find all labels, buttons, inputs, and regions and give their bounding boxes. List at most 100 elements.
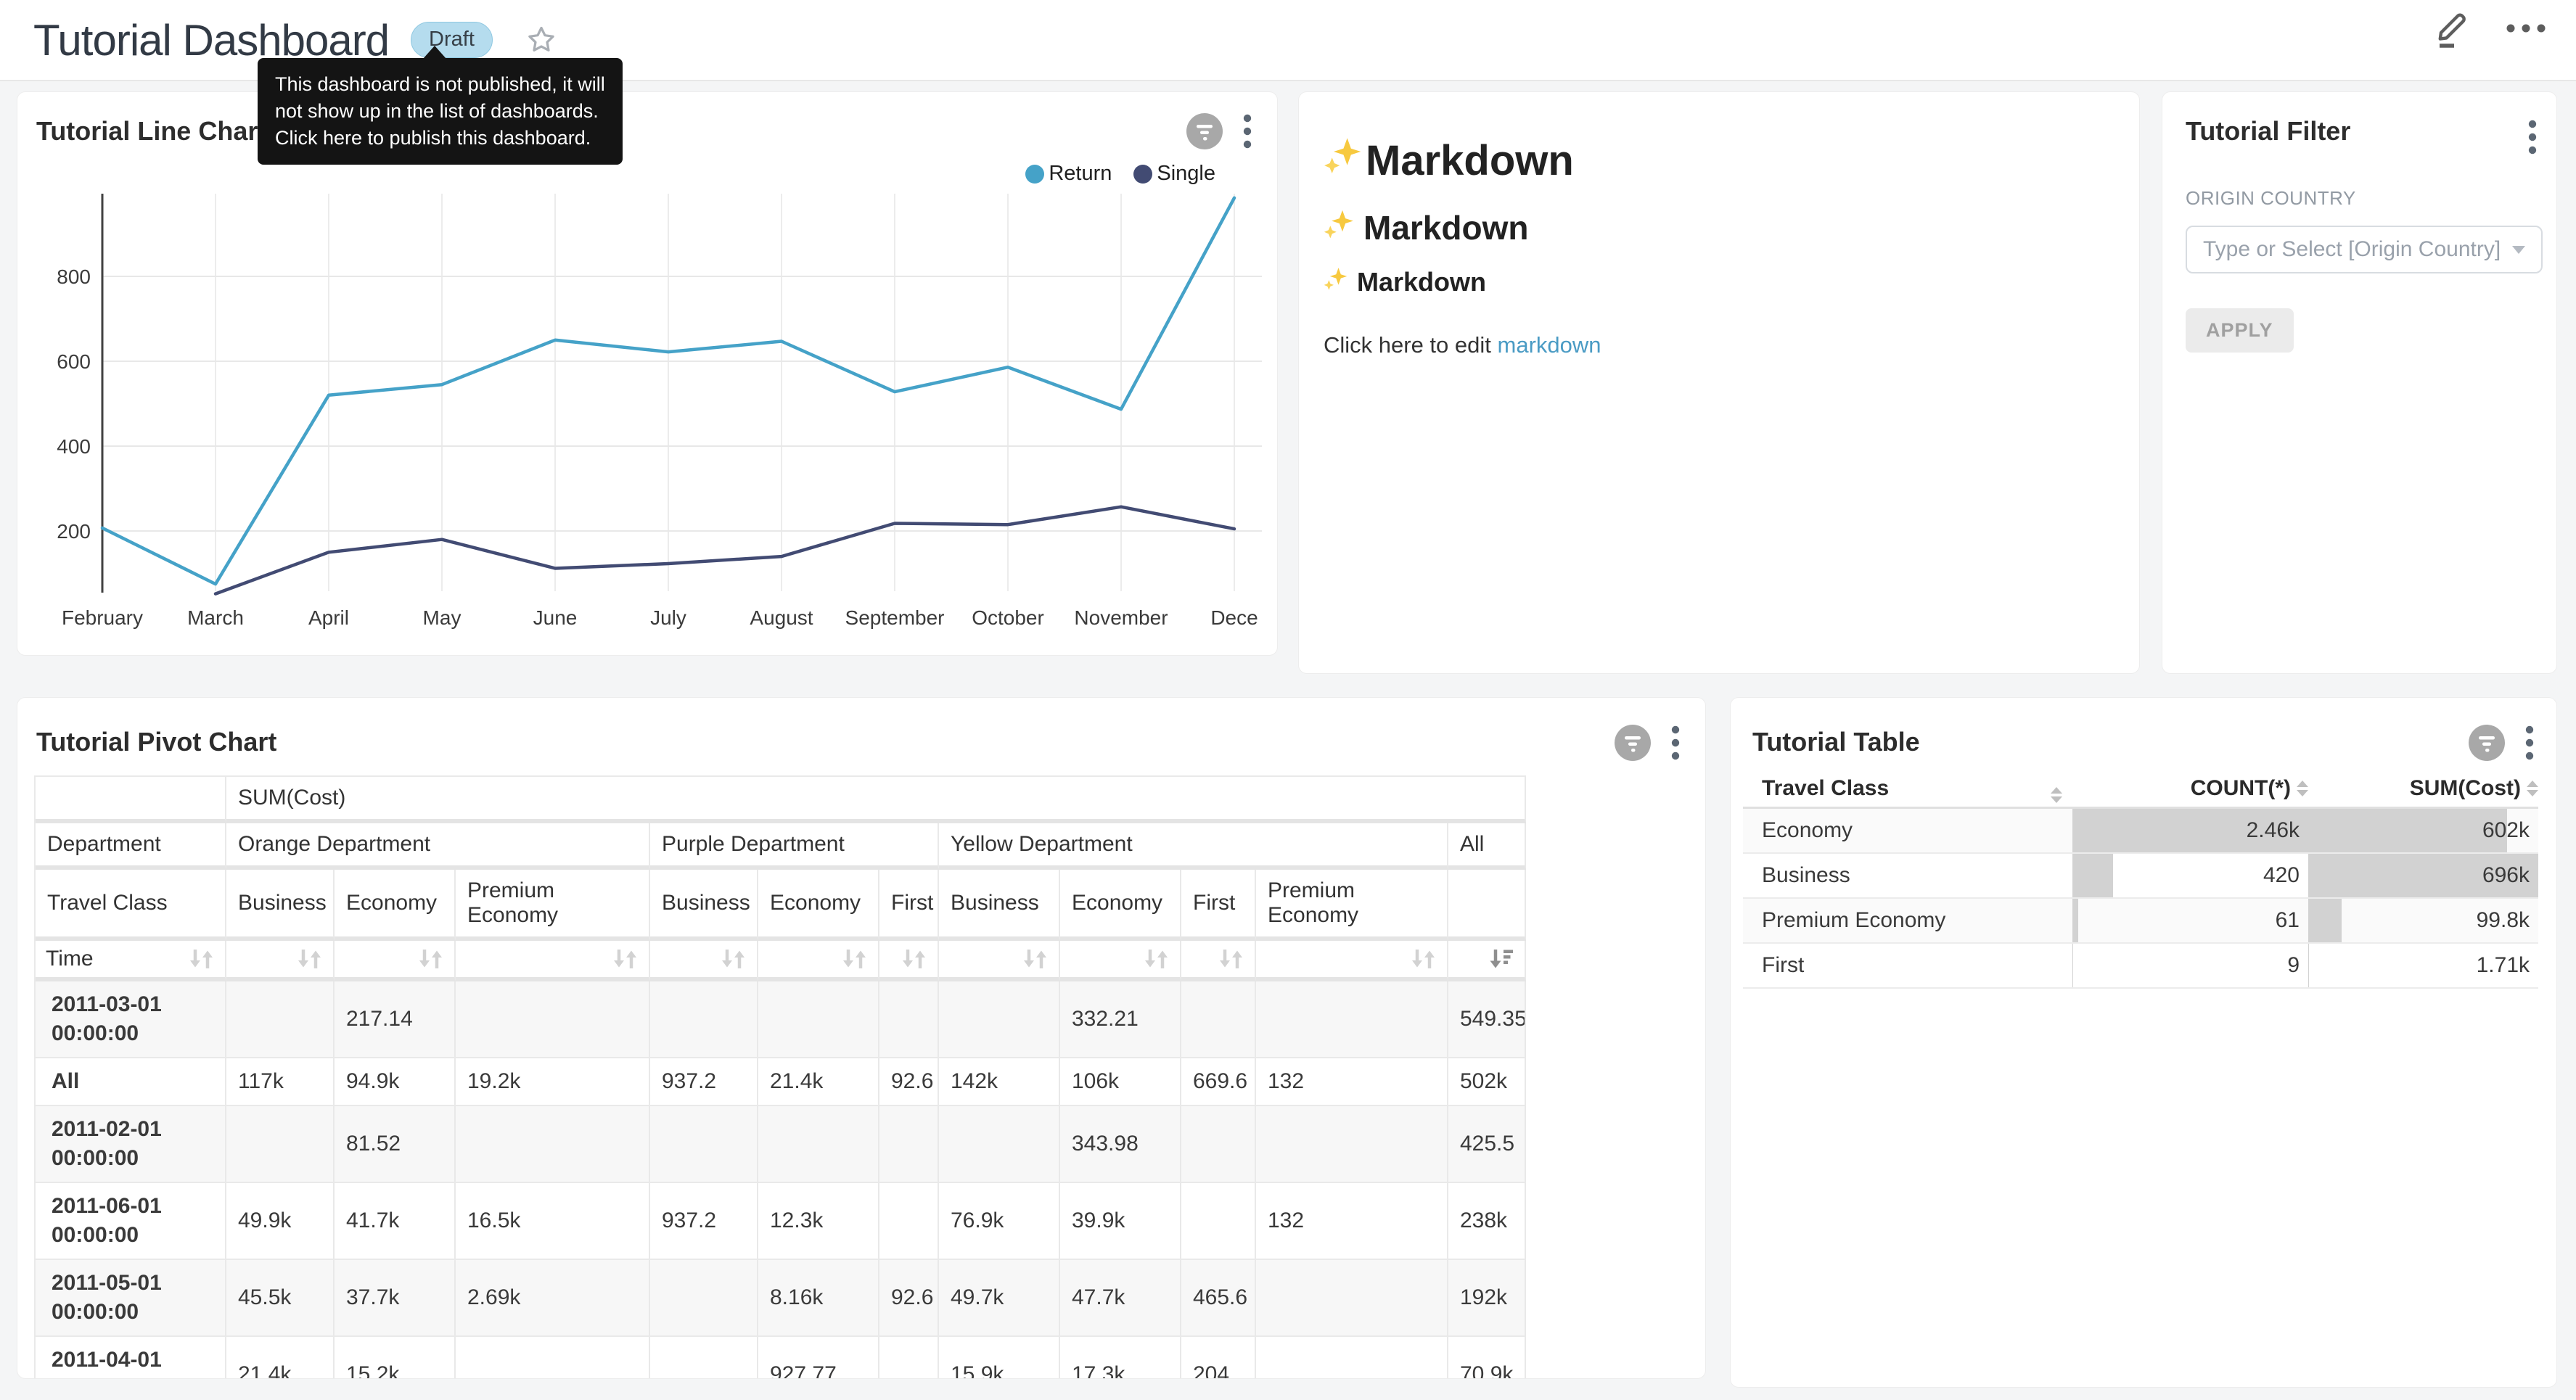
tooltip-line: not show up in the list of dashboards. [275,98,605,125]
cell-count: 9 [2072,944,2308,987]
cell-travel-class: Economy [1743,809,2072,852]
table-row: Premium Economy6199.8k [1743,899,2538,944]
tooltip-arrow [423,46,446,59]
tooltip-line: This dashboard is not published, it will [275,71,605,98]
pivot-cell: 502k [1448,1058,1526,1106]
markdown-h1: Markdown [1324,136,2114,185]
applied-filters-icon[interactable] [1186,112,1223,154]
sort-icon[interactable] [188,947,215,971]
pivot-cell [226,981,335,1058]
pivot-cell [1256,1337,1448,1379]
col-header-sum[interactable]: SUM(Cost) [2308,776,2538,801]
more-options-icon[interactable] [2503,21,2548,39]
sort-caret-icon[interactable] [2297,781,2308,796]
col-header-count[interactable]: COUNT(*) [2072,776,2308,801]
pivot-col-header: Premium Economy [456,870,650,941]
y-tick-label: 200 [57,520,91,543]
pivot-cell [1256,1260,1448,1337]
sort-icon[interactable] [1022,947,1049,971]
legend-item-single[interactable]: Single [1133,162,1215,186]
pivot-cell [1256,981,1448,1058]
pivot-cell: 238k [1448,1183,1526,1260]
pivot-row-label: 2011-03-0100:00:00 [36,981,226,1058]
sort-icon[interactable] [841,947,868,971]
favorite-star-icon[interactable] [525,23,558,57]
table-row: First91.71k [1743,944,2538,989]
markdown-h2: Markdown [1324,208,2114,247]
pivot-col-header: Premium Economy [1256,870,1448,941]
pivot-dim-label: Department [36,823,226,870]
kebab-menu-icon[interactable] [1242,112,1252,154]
pivot-cell [456,1106,650,1183]
pivot-col-header: First [1181,870,1256,941]
pivot-row-label: 2011-02-0100:00:00 [36,1106,226,1183]
sort-icon[interactable] [1410,947,1437,971]
pivot-cell [1256,1106,1448,1183]
markdown-edit-link[interactable]: markdown [1498,332,1601,358]
cell-travel-class: Premium Economy [1743,899,2072,942]
edit-dashboard-icon[interactable] [2432,6,2474,54]
pivot-cell: 39.9k [1060,1183,1181,1260]
col-header-travel-class[interactable]: Travel Class [1743,775,2072,803]
table-title: Tutorial Table [1752,727,1920,757]
sort-icon[interactable] [296,947,323,971]
pivot-cell [650,1106,758,1183]
pivot-cell: 425.5 [1448,1106,1526,1183]
sort-caret-icon[interactable] [2527,781,2538,796]
pivot-cell: 37.7k [335,1260,456,1337]
pivot-row: 2011-06-0100:00:0049.9k41.7k16.5k937.212… [36,1183,1526,1260]
panel-line-chart: 200400600800FebruaryMarchAprilMayJuneJul… [17,91,1278,656]
pivot-cell: 937.2 [650,1058,758,1106]
data-bar [2072,944,2073,987]
x-tick-label: March [187,606,244,629]
pivot-cell [879,981,939,1058]
y-tick-label: 800 [57,265,91,288]
pivot-col-header [1448,870,1526,941]
kebab-menu-icon[interactable] [2527,118,2538,160]
sort-icon[interactable] [901,947,927,971]
sort-icon[interactable] [720,947,747,971]
pivot-group-header: Yellow Department [939,823,1448,870]
pivot-cell: 343.98 [1060,1106,1181,1183]
applied-filters-icon[interactable] [1614,724,1652,765]
sort-icon[interactable] [1218,947,1244,971]
pivot-cell [456,1337,650,1379]
apply-button[interactable]: APPLY [2186,308,2294,353]
sparkles-icon [1324,266,1348,297]
filter-field-label: ORIGIN COUNTRY [2186,187,2533,210]
pivot-cell: 17.3k [1060,1337,1181,1379]
sort-icon[interactable] [417,947,444,971]
pivot-cell [456,981,650,1058]
applied-filters-icon[interactable] [2468,724,2506,765]
legend-dot [1133,165,1152,184]
pivot-cell: 21.4k [226,1337,335,1379]
pivot-cell [939,981,1060,1058]
sort-icon[interactable] [1143,947,1170,971]
pivot-cell [1181,1106,1256,1183]
kebab-menu-icon[interactable] [2524,724,2535,765]
pivot-cell: 47.7k [1060,1260,1181,1337]
origin-country-select[interactable]: Type or Select [Origin Country] [2186,226,2543,273]
pivot-cell: 94.9k [335,1058,456,1106]
pivot-cell: 70.9k [1448,1337,1526,1379]
pivot-metric-label: SUM(Cost) [226,777,1526,823]
x-tick-label: August [750,606,813,629]
kebab-menu-icon[interactable] [1670,724,1681,765]
sort-caret-icon[interactable] [2051,787,2062,803]
pivot-cell: 927.77 [758,1337,879,1379]
sort-desc-icon[interactable] [1488,947,1514,971]
pivot-cell: 204 [1181,1337,1256,1379]
pivot-cell: 15.2k [335,1337,456,1379]
pivot-row: 2011-05-0100:00:0045.5k37.7k2.69k8.16k92… [36,1260,1526,1337]
pivot-cell: 2.69k [456,1260,650,1337]
pivot-cell: 332.21 [1060,981,1181,1058]
pivot-col-header: Business [650,870,758,941]
legend-item-return[interactable]: Return [1025,162,1112,186]
pivot-row: 2011-02-0100:00:0081.52343.98425.5 [36,1106,1526,1183]
cell-travel-class: Business [1743,854,2072,897]
pivot-row: All117k94.9k19.2k937.221.4k92.6142k106k6… [36,1058,1526,1106]
pivot-cell: 132 [1256,1183,1448,1260]
pivot-cell: 16.5k [456,1183,650,1260]
table-row: Economy2.46k602k [1743,809,2538,854]
sort-icon[interactable] [612,947,639,971]
